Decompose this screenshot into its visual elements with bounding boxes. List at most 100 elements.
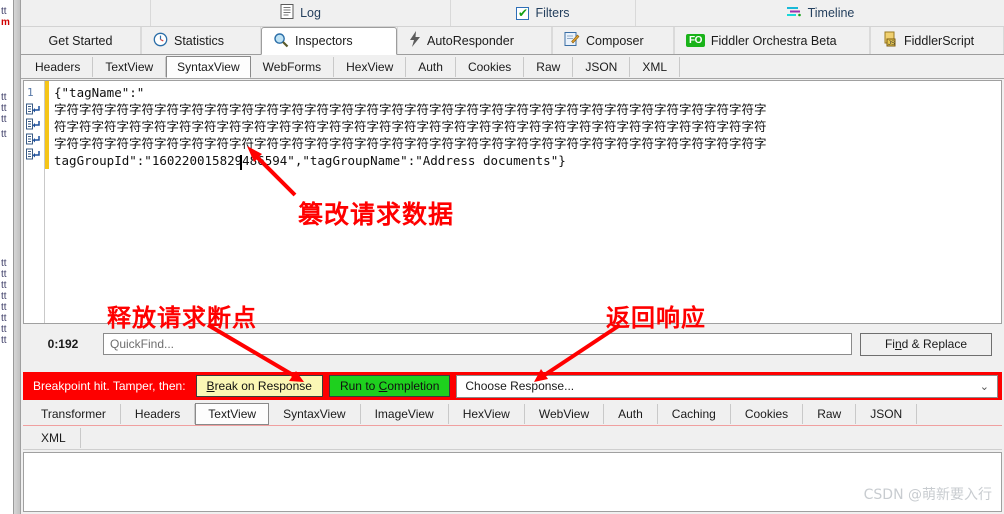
fiddler-window: tt m tt tt tt tt tt tt tt tt tt tt tt tt… bbox=[0, 0, 1004, 514]
request-tab-webforms[interactable]: WebForms bbox=[251, 56, 335, 77]
modified-margin-indicator bbox=[45, 81, 49, 169]
break-on-response-button[interactable]: Break on Response bbox=[195, 375, 323, 397]
request-inspector-tabs: Headers TextView SyntaxView WebForms Hex… bbox=[21, 55, 1004, 79]
tab-autoresponder[interactable]: AutoResponder bbox=[397, 27, 552, 54]
breakpoint-bar: Breakpoint hit. Tamper, then: Break on R… bbox=[23, 372, 1002, 400]
request-body-editor[interactable]: 1 {"tagName":" 字符字符字符字符字符字符字符字符字符字符字符字符字… bbox=[23, 80, 1002, 324]
find-replace-button[interactable]: Find & Replace bbox=[860, 332, 992, 356]
breakpoint-message: Breakpoint hit. Tamper, then: bbox=[33, 379, 186, 393]
log-icon bbox=[280, 4, 294, 22]
wrap-continuation-icon bbox=[26, 133, 41, 146]
response-body-pane[interactable] bbox=[23, 452, 1002, 512]
sliver-row: tt bbox=[1, 291, 7, 302]
magnifier-icon bbox=[273, 32, 289, 51]
selection-counter: 0:192 bbox=[47, 337, 79, 351]
tab-autoresponder-label: AutoResponder bbox=[427, 33, 514, 48]
tab-get-started-label: Get Started bbox=[48, 33, 113, 48]
run-to-completion-button[interactable]: Run to Completion bbox=[328, 375, 451, 397]
request-tab-xml[interactable]: XML bbox=[630, 56, 681, 77]
sliver-row: tt bbox=[1, 313, 7, 324]
sliver-row: tt bbox=[1, 302, 7, 313]
wrap-continuation-icon bbox=[26, 118, 41, 131]
request-tab-headers[interactable]: Headers bbox=[23, 56, 94, 77]
text-caret bbox=[240, 155, 242, 170]
response-tab-transformer[interactable]: Transformer bbox=[27, 403, 121, 424]
toolbar-cell-blank bbox=[21, 0, 151, 26]
response-tab-headers[interactable]: Headers bbox=[121, 403, 196, 424]
code-line: 字符字符字符字符字符字符字符字符字符字符字符字符字符字符字符字符字符字符字符字符… bbox=[54, 102, 767, 117]
checkbox-checked-icon[interactable]: ✔ bbox=[516, 6, 530, 20]
response-tab-auth[interactable]: Auth bbox=[604, 403, 658, 424]
request-tab-raw[interactable]: Raw bbox=[524, 56, 574, 77]
compose-pencil-icon bbox=[564, 31, 580, 50]
tab-statistics-label: Statistics bbox=[174, 33, 225, 48]
response-inspector-tabs-row2: XML bbox=[23, 426, 1002, 450]
response-tab-caching[interactable]: Caching bbox=[658, 403, 731, 424]
tab-fiddler-orchestra-beta-label: Fiddler Orchestra Beta bbox=[710, 33, 837, 48]
toolbar-filters-label: Filters bbox=[535, 6, 570, 20]
choose-response-label: Choose Response... bbox=[465, 379, 575, 393]
tab-statistics[interactable]: Statistics bbox=[141, 27, 261, 54]
sliver-row: tt bbox=[1, 335, 7, 346]
code-line: 字符字符字符字符字符字符字符字符字符字符字符字符字符字符字符字符字符字符字符字符… bbox=[54, 136, 767, 151]
response-tab-syntaxview[interactable]: SyntaxView bbox=[269, 403, 361, 424]
quickfind-input[interactable]: QuickFind... bbox=[103, 333, 852, 355]
request-tab-cookies[interactable]: Cookies bbox=[456, 56, 525, 77]
response-tab-json[interactable]: JSON bbox=[856, 403, 918, 424]
request-tab-hexview[interactable]: HexView bbox=[334, 56, 407, 77]
annotation-release-breakpoint: 释放请求断点 bbox=[107, 304, 257, 332]
tab-fiddlerscript[interactable]: JS FiddlerScript bbox=[870, 27, 1004, 54]
sliver-row: tt bbox=[1, 114, 7, 125]
bolt-icon bbox=[409, 31, 421, 50]
choose-response-dropdown[interactable]: Choose Response... ⌄ bbox=[456, 374, 998, 398]
tab-inspectors-label: Inspectors bbox=[295, 34, 353, 48]
sliver-row: tt bbox=[1, 92, 7, 103]
splitter-handle[interactable] bbox=[14, 0, 21, 514]
toolbar-timeline-label: Timeline bbox=[807, 6, 855, 20]
wrap-continuation-icon bbox=[26, 103, 41, 116]
sliver-row: tt bbox=[1, 103, 7, 114]
request-tab-syntaxview[interactable]: SyntaxView bbox=[166, 56, 251, 78]
sliver-row: tt bbox=[1, 258, 7, 269]
csdn-watermark: CSDN @萌新要入行 bbox=[863, 487, 992, 503]
request-tab-auth[interactable]: Auth bbox=[406, 56, 456, 77]
response-inspector-tabs: Transformer Headers TextView SyntaxView … bbox=[23, 402, 1002, 426]
response-tab-cookies[interactable]: Cookies bbox=[731, 403, 804, 424]
response-tab-imageview[interactable]: ImageView bbox=[361, 403, 449, 424]
response-tab-hexview[interactable]: HexView bbox=[449, 403, 525, 424]
annotation-return-response: 返回响应 bbox=[606, 304, 706, 332]
request-tab-textview[interactable]: TextView bbox=[93, 56, 167, 77]
svg-text:JS: JS bbox=[888, 41, 895, 47]
sliver-row: tt bbox=[1, 129, 7, 140]
code-line: tagGroupId":"160220015829486594","tagGro… bbox=[54, 153, 566, 168]
toolbar-filters[interactable]: ✔ Filters bbox=[451, 0, 636, 26]
response-tab-raw[interactable]: Raw bbox=[803, 403, 857, 424]
chevron-down-icon: ⌄ bbox=[979, 380, 989, 393]
script-icon: JS bbox=[882, 31, 898, 50]
toolbar-timeline[interactable]: Timeline bbox=[636, 0, 1004, 26]
clock-icon bbox=[153, 32, 168, 50]
main-tabstrip: Get Started Statistics Inspectors AutoRe… bbox=[21, 27, 1004, 55]
request-tab-json[interactable]: JSON bbox=[573, 56, 631, 77]
wrap-continuation-icon bbox=[26, 148, 41, 161]
editor-line-gutter: 1 bbox=[24, 81, 45, 323]
tab-fiddler-orchestra-beta[interactable]: FO Fiddler Orchestra Beta bbox=[674, 27, 870, 54]
code-line: {"tagName":" bbox=[54, 85, 145, 100]
quickfind-placeholder: QuickFind... bbox=[110, 337, 175, 351]
tab-composer-label: Composer bbox=[586, 33, 644, 48]
toolbar-log[interactable]: Log bbox=[151, 0, 451, 26]
toolbar-log-label: Log bbox=[300, 6, 321, 20]
session-list-sliver[interactable]: tt m tt tt tt tt tt tt tt tt tt tt tt tt bbox=[0, 0, 14, 514]
timeline-icon bbox=[786, 5, 802, 22]
annotation-tamper-request-data: 篡改请求数据 bbox=[298, 200, 455, 229]
editor-code-area[interactable]: {"tagName":" 字符字符字符字符字符字符字符字符字符字符字符字符字符字… bbox=[45, 81, 1001, 323]
response-tab-textview[interactable]: TextView bbox=[195, 402, 270, 425]
tab-composer[interactable]: Composer bbox=[552, 27, 674, 54]
sliver-row: m bbox=[1, 17, 10, 28]
tab-inspectors[interactable]: Inspectors bbox=[261, 27, 397, 55]
tab-fiddlerscript-label: FiddlerScript bbox=[904, 33, 975, 48]
response-tab-webview[interactable]: WebView bbox=[525, 403, 605, 424]
sliver-row: tt bbox=[1, 6, 7, 17]
tab-get-started[interactable]: Get Started bbox=[21, 27, 141, 54]
response-tab-xml[interactable]: XML bbox=[27, 427, 81, 448]
